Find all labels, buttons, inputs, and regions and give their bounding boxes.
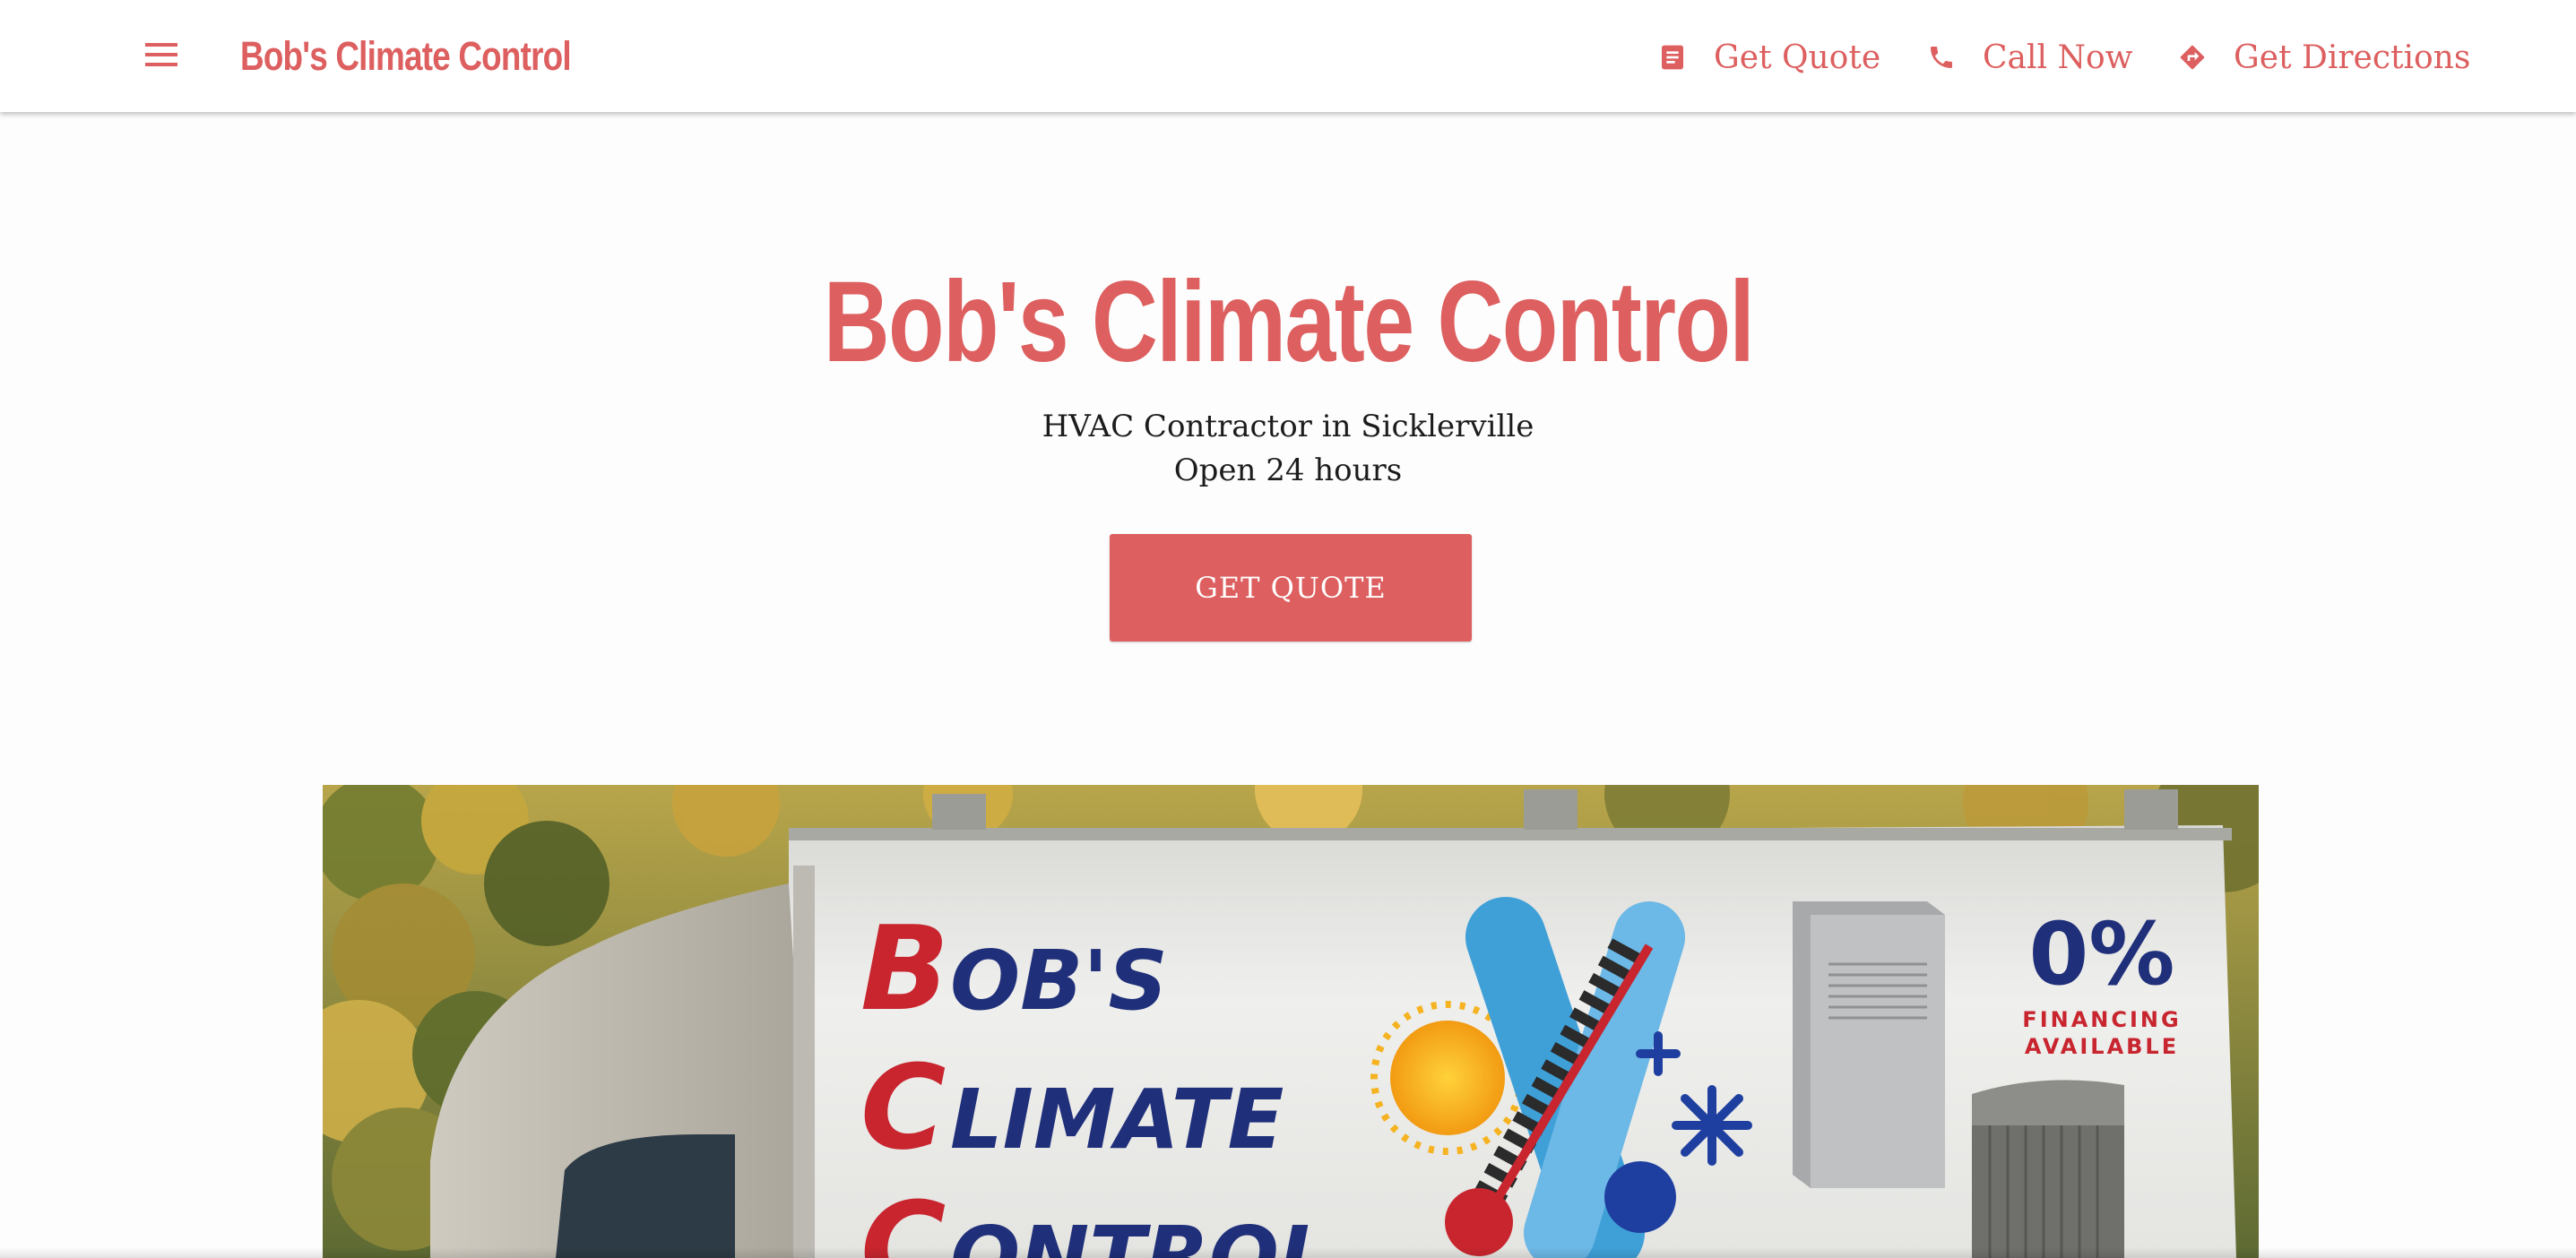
- truck-letter-b: B: [860, 900, 949, 1037]
- phone-icon: [1927, 43, 1956, 72]
- financing-percent: 0%: [2029, 904, 2175, 1004]
- get-quote-button[interactable]: GET QUOTE: [1110, 534, 1472, 642]
- furnace-graphic: [1793, 901, 1945, 1188]
- truck-letter-c: C: [860, 1039, 946, 1176]
- hero-title-text: Bob's Climate Control: [823, 258, 1754, 386]
- top-navigation-bar: Bob's Climate Control Get Quote Call Now: [0, 0, 2576, 112]
- nav-get-quote-link[interactable]: Get Quote: [1658, 30, 1880, 84]
- hero-subtitle-hours: Open 24 hours: [1173, 452, 1403, 488]
- nav-call-now-label: Call Now: [1983, 39, 2133, 76]
- hero-subtitle-category: HVAC Contractor in Sicklerville: [1042, 409, 1534, 444]
- hero-truck-photo: B OB'S C LIMATE C ONTROL 0% FINANCING AV…: [323, 785, 2259, 1258]
- financing-line-2: AVAILABLE: [2025, 1034, 2179, 1059]
- nav-call-now-link[interactable]: Call Now: [1927, 30, 2132, 84]
- document-icon: [1658, 43, 1687, 72]
- hero-title: Bob's Climate Control: [0, 255, 2576, 390]
- nav-get-quote-label: Get Quote: [1714, 39, 1881, 76]
- nav-get-directions-label: Get Directions: [2234, 39, 2471, 76]
- site-brand-name[interactable]: Bob's Climate Control: [240, 27, 572, 86]
- hamburger-menu-icon[interactable]: [142, 38, 181, 73]
- truck-word-1: OB'S: [950, 933, 1168, 1029]
- financing-line-1: FINANCING: [2022, 1007, 2181, 1032]
- hero-section: Bob's Climate Control HVAC Contractor in…: [0, 112, 2576, 786]
- directions-icon: [2178, 43, 2207, 72]
- truck-word-2: LIMATE: [950, 1072, 1284, 1168]
- truck-letter-c2: C: [860, 1176, 946, 1258]
- condenser-graphic: [1972, 1080, 2124, 1258]
- nav-get-directions-link[interactable]: Get Directions: [2178, 30, 2470, 84]
- bottom-edge-shadow: [0, 1247, 2576, 1258]
